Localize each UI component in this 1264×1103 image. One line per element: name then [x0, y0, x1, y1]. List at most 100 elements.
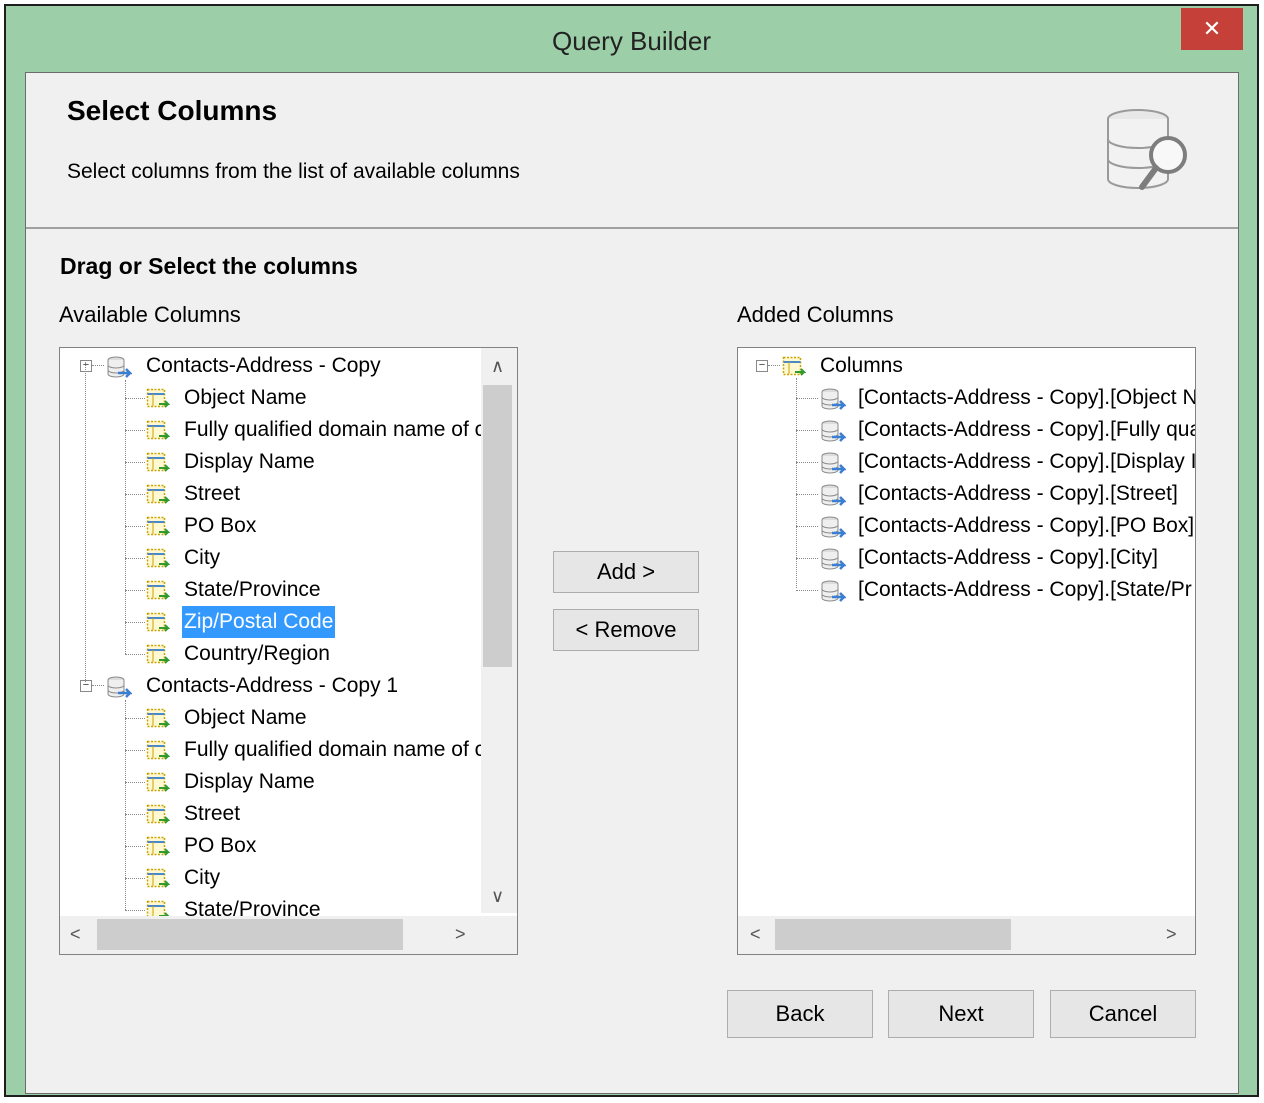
tree-connector	[125, 750, 145, 751]
tree-connector	[796, 526, 818, 527]
tree-column-label: Object Name	[184, 706, 307, 729]
scroll-left-arrow-icon[interactable]: <	[70, 924, 81, 945]
tree-column-node[interactable]: State/Province	[60, 574, 480, 606]
database-column-icon	[820, 579, 848, 603]
tree-column-label: PO Box	[184, 514, 257, 537]
collapse-icon[interactable]: −	[80, 360, 92, 372]
added-column-node[interactable]: [Contacts-Address - Copy].[Display I	[738, 446, 1195, 478]
tree-connector	[92, 685, 104, 686]
tree-connector	[125, 782, 145, 783]
database-column-icon	[820, 547, 848, 571]
add-button[interactable]: Add >	[553, 551, 699, 593]
available-horizontal-scroll-thumb[interactable]	[97, 919, 403, 950]
tree-connector	[125, 590, 145, 591]
added-horizontal-scrollbar[interactable]: < >	[738, 916, 1195, 954]
available-columns-tree[interactable]: − Contacts-Address - Copy Object Name Fully…	[59, 347, 518, 955]
column-icon	[146, 451, 171, 475]
added-column-node[interactable]: [Contacts-Address - Copy].[PO Box]	[738, 510, 1194, 542]
scroll-right-arrow-icon[interactable]: >	[1166, 924, 1177, 945]
column-icon	[146, 483, 171, 507]
added-column-label: [Contacts-Address - Copy].[Fully qua	[858, 418, 1196, 441]
close-button[interactable]: ✕	[1181, 8, 1243, 50]
database-column-icon	[820, 451, 848, 475]
tree-group-node[interactable]: − Contacts-Address - Copy 1	[60, 670, 480, 702]
tree-column-node[interactable]: PO Box	[60, 830, 480, 862]
column-icon	[146, 803, 171, 827]
tree-connector	[796, 462, 818, 463]
dialog-client: Select Columns Select columns from the l…	[25, 72, 1239, 1094]
close-icon: ✕	[1202, 16, 1222, 41]
tree-group-label: Contacts-Address - Copy	[146, 354, 381, 377]
tree-column-label: Object Name	[184, 386, 307, 409]
scroll-up-arrow-icon[interactable]: ∧	[491, 356, 504, 377]
added-column-node[interactable]: [Contacts-Address - Copy].[Object N	[738, 382, 1196, 414]
scroll-left-arrow-icon[interactable]: <	[750, 924, 761, 945]
tree-column-node[interactable]: Street	[60, 478, 480, 510]
tree-connector	[125, 380, 126, 654]
tree-connector	[796, 398, 818, 399]
tree-connector	[768, 365, 780, 366]
database-table-icon	[106, 675, 134, 699]
back-button[interactable]: Back	[727, 990, 873, 1038]
column-icon	[146, 579, 171, 603]
query-builder-window: Query Builder ✕ Select Columns Select co…	[4, 4, 1259, 1097]
column-icon	[146, 387, 171, 411]
tree-column-node[interactable]: Fully qualified domain name of c	[60, 734, 485, 766]
tree-column-node[interactable]: Country/Region	[60, 638, 480, 670]
scroll-right-arrow-icon[interactable]: >	[455, 924, 466, 945]
added-column-label: [Contacts-Address - Copy].[City]	[858, 546, 1158, 569]
page-subtitle: Select columns from the list of availabl…	[67, 160, 520, 183]
tree-column-node[interactable]: City	[60, 542, 480, 574]
tree-column-node[interactable]: Display Name	[60, 766, 480, 798]
tree-group-node[interactable]: − Contacts-Address - Copy	[60, 350, 480, 382]
tree-connector	[796, 378, 797, 588]
database-column-icon	[820, 483, 848, 507]
added-column-label: [Contacts-Address - Copy].[State/Pr	[858, 578, 1192, 601]
next-button[interactable]: Next	[888, 990, 1034, 1038]
added-column-node[interactable]: [Contacts-Address - Copy].[Street]	[738, 478, 1194, 510]
title-bar[interactable]: Query Builder ✕	[6, 6, 1257, 74]
tree-column-label: Display Name	[184, 770, 315, 793]
added-horizontal-scroll-thumb[interactable]	[775, 919, 1011, 950]
available-horizontal-scrollbar[interactable]: < >	[60, 916, 517, 954]
column-icon	[146, 739, 171, 763]
added-column-node[interactable]: [Contacts-Address - Copy].[State/Pr	[738, 574, 1194, 606]
tree-column-node[interactable]: Object Name	[60, 382, 480, 414]
tree-column-node[interactable]: PO Box	[60, 510, 480, 542]
tree-column-label: City	[184, 866, 221, 889]
tree-column-label: Fully qualified domain name of c	[184, 738, 486, 761]
tree-connector	[125, 430, 145, 431]
column-icon	[146, 707, 171, 731]
tree-connector	[125, 526, 145, 527]
tree-connector	[796, 558, 818, 559]
tree-column-node[interactable]: Display Name	[60, 446, 480, 478]
database-search-icon	[1107, 109, 1187, 190]
tree-connector	[125, 910, 145, 911]
collapse-icon[interactable]: −	[80, 680, 92, 692]
added-column-label: [Contacts-Address - Copy].[PO Box]	[858, 514, 1195, 537]
tree-column-node[interactable]: Fully qualified domain name of c	[60, 414, 485, 446]
tree-root-label: Columns	[820, 354, 903, 377]
section-title: Drag or Select the columns	[60, 253, 358, 279]
tree-column-node[interactable]: Street	[60, 798, 480, 830]
available-vertical-scroll-thumb[interactable]	[483, 385, 512, 667]
tree-connector	[125, 654, 145, 655]
remove-button[interactable]: < Remove	[553, 609, 699, 651]
collapse-icon[interactable]: −	[756, 360, 768, 372]
tree-column-node[interactable]: Zip/Postal Code	[60, 606, 480, 638]
cancel-button[interactable]: Cancel	[1050, 990, 1196, 1038]
tree-column-node[interactable]: City	[60, 862, 480, 894]
added-column-node[interactable]: [Contacts-Address - Copy].[Fully qua	[738, 414, 1196, 446]
tree-root-node[interactable]: − Columns	[738, 350, 1194, 382]
tree-column-node[interactable]: Object Name	[60, 702, 480, 734]
added-column-label: [Contacts-Address - Copy].[Object N	[858, 386, 1196, 409]
added-columns-tree[interactable]: − Columns [Contacts-Address - Copy].[Objec…	[737, 347, 1196, 955]
database-column-icon	[820, 419, 848, 443]
available-columns-label: Available Columns	[59, 302, 241, 327]
added-column-node[interactable]: [Contacts-Address - Copy].[City]	[738, 542, 1194, 574]
scroll-down-arrow-icon[interactable]: ∨	[491, 886, 504, 907]
columns-folder-icon	[782, 355, 807, 379]
available-vertical-scrollbar[interactable]: ∧ ∨	[481, 348, 517, 913]
column-icon	[146, 611, 171, 635]
tree-column-label: PO Box	[184, 834, 257, 857]
